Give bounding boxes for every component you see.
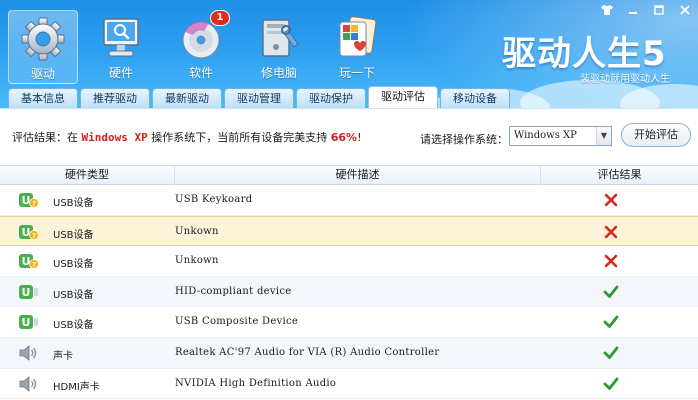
table-row[interactable]: U? USB设备 Unkown <box>0 215 698 247</box>
hardware-description: Realtek AC'97 Audio for VIA (R) Audio Co… <box>175 346 440 358</box>
hardware-description: USB Keykoard <box>175 194 253 205</box>
os-select-label: 请选择操作系统： <box>420 133 508 146</box>
app-slogan: 装驱动就用驱动人生 <box>580 74 670 85</box>
window-controls <box>594 0 698 22</box>
evaluation-os: Windows XP <box>81 131 148 144</box>
table-row[interactable]: HDMI声卡 NVIDIA High Definition Audio <box>0 369 698 400</box>
gear-icon <box>18 15 68 63</box>
hardware-type: USB设备 <box>53 229 94 241</box>
svg-text:U: U <box>22 226 31 239</box>
tab-driver-protection[interactable]: 驱动保护 <box>296 88 366 108</box>
tab-mobile-devices[interactable]: 移动设备 <box>440 88 510 108</box>
svg-text:?: ? <box>32 232 36 240</box>
evaluation-middle: 操作系统下，当前所有设备完美支持 <box>147 131 331 144</box>
usb-icon: U <box>18 314 40 330</box>
disc-icon: 1 <box>176 10 230 62</box>
app-header: 驱动 硬件 1 软件 修电脑 玩一下 驱动人生5 装驱动就用驱动人生 基本信息 … <box>0 0 698 108</box>
pass-check-icon <box>602 283 620 301</box>
usb-warning-icon: U? <box>18 253 40 269</box>
column-header-hardware-type: 硬件类型 <box>0 166 175 185</box>
table-row[interactable]: U? USB设备 Unkown <box>0 246 698 277</box>
toolbar-label: 玩一下 <box>338 66 375 80</box>
hardware-description: Unkown <box>175 255 219 267</box>
toolbar-driver-button[interactable]: 驱动 <box>8 10 78 84</box>
svg-text:U: U <box>22 194 31 207</box>
hardware-description: NVIDIA High Definition Audio <box>175 377 337 389</box>
tab-bar: 基本信息 推荐驱动 最新驱动 驱动管理 驱动保护 驱动评估 移动设备 <box>0 86 698 108</box>
tab-driver-management[interactable]: 驱动管理 <box>224 88 294 108</box>
svg-text:U: U <box>22 286 31 299</box>
svg-text:U: U <box>22 316 31 329</box>
pass-check-icon <box>602 375 620 393</box>
hardware-description: USB Composite Device <box>175 316 299 328</box>
hardware-description: Unkown <box>175 225 219 237</box>
update-count-badge: 1 <box>210 10 230 26</box>
minimize-button[interactable] <box>620 0 646 20</box>
toolbar-label: 修电脑 <box>260 66 297 80</box>
start-evaluation-button[interactable]: 开始评估 <box>621 123 691 147</box>
hardware-type: 声卡 <box>53 350 73 362</box>
hardware-type: USB设备 <box>53 259 94 271</box>
usb-warning-icon: U? <box>18 224 40 240</box>
evaluation-percent: 66% <box>330 131 358 144</box>
pass-check-icon <box>602 313 620 331</box>
monitor-icon <box>96 14 146 62</box>
svg-text:U: U <box>22 255 31 268</box>
app-logo: 驱动人生5 <box>502 34 667 74</box>
tab-latest-drivers[interactable]: 最新驱动 <box>152 88 222 108</box>
chevron-down-icon: ▼ <box>596 127 611 145</box>
usb-warning-icon: U? <box>18 192 40 208</box>
evaluation-prefix: 评估结果：在 <box>12 131 82 144</box>
fail-x-icon <box>602 191 620 209</box>
toolbar-label: 驱动 <box>30 67 55 81</box>
table-header: 硬件类型 硬件描述 评估结果 <box>0 165 698 185</box>
hardware-type: HDMI声卡 <box>53 381 100 393</box>
toolbar-label: 硬件 <box>108 66 133 80</box>
close-button[interactable] <box>672 0 698 20</box>
cards-icon <box>332 14 382 62</box>
os-select-value: Windows XP <box>514 130 577 141</box>
toolbar-fun-button[interactable]: 玩一下 <box>322 10 392 84</box>
toolbar-hardware-button[interactable]: 硬件 <box>86 10 156 84</box>
toolbar-label: 软件 <box>188 66 213 80</box>
evaluation-result-text: 评估结果：在 Windows XP 操作系统下，当前所有设备完美支持 66%! <box>12 129 362 145</box>
toolbar-software-button[interactable]: 1 软件 <box>166 10 236 84</box>
toolbar-repair-button[interactable]: 修电脑 <box>244 10 314 84</box>
table-row[interactable]: 声卡 Realtek AC'97 Audio for VIA (R) Audio… <box>0 337 698 369</box>
fail-x-icon <box>602 252 620 270</box>
maximize-icon <box>654 5 664 15</box>
hardware-table: U? USB设备 USB Keykoard U? USB设备 Unkown U?… <box>0 185 698 400</box>
skin-button[interactable] <box>594 0 620 20</box>
minimize-icon <box>629 12 637 14</box>
table-row[interactable]: U? USB设备 USB Keykoard <box>0 185 698 216</box>
table-row[interactable]: U USB设备 USB Composite Device <box>0 307 698 338</box>
toolbox-icon <box>254 14 304 62</box>
fail-x-icon <box>602 223 620 241</box>
evaluation-suffix: ! <box>357 131 362 144</box>
hardware-type: USB设备 <box>53 320 94 332</box>
hardware-description: HID-compliant device <box>175 285 292 297</box>
table-row[interactable]: U USB设备 HID-compliant device <box>0 276 698 308</box>
column-header-hardware-description: 硬件描述 <box>175 166 541 185</box>
column-header-evaluation-result: 评估结果 <box>597 168 642 181</box>
tab-recommended-drivers[interactable]: 推荐驱动 <box>80 88 150 108</box>
hardware-type: USB设备 <box>53 289 94 301</box>
tab-basic-info[interactable]: 基本信息 <box>8 88 78 108</box>
os-select[interactable]: Windows XP ▼ <box>509 126 612 146</box>
svg-text:?: ? <box>32 200 36 208</box>
pass-check-icon <box>602 344 620 362</box>
tab-driver-evaluation[interactable]: 驱动评估 <box>368 86 438 108</box>
maximize-button[interactable] <box>646 0 672 20</box>
hardware-type: USB设备 <box>53 198 94 209</box>
svg-text:?: ? <box>32 261 36 269</box>
speaker-icon <box>18 375 40 392</box>
speaker-icon <box>18 345 40 361</box>
evaluation-bar: 评估结果：在 Windows XP 操作系统下，当前所有设备完美支持 66%! … <box>0 108 698 164</box>
usb-icon: U <box>18 284 40 300</box>
shirt-icon <box>601 5 613 15</box>
close-icon <box>680 5 690 15</box>
